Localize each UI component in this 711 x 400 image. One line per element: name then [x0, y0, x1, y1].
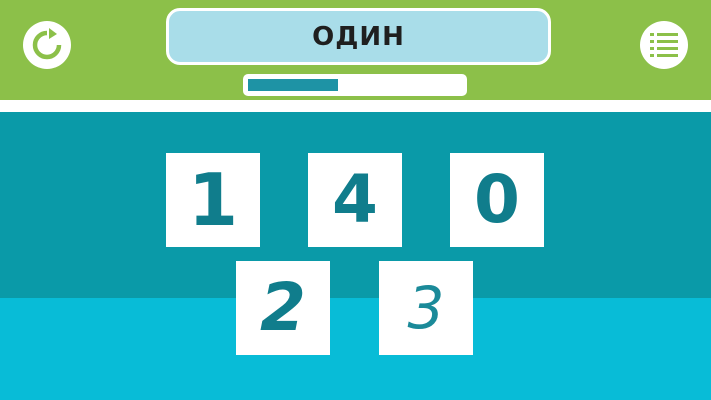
number-card-4[interactable]: 4 [308, 153, 402, 247]
lower-play-area [0, 298, 711, 400]
card-digit: 4 [332, 161, 378, 238]
restart-button[interactable] [23, 21, 71, 69]
card-digit: 3 [407, 274, 445, 342]
header-divider [0, 100, 711, 112]
target-word-box: ОДИН [166, 8, 551, 65]
number-card-2[interactable]: 2 [236, 261, 330, 355]
number-card-0[interactable]: 0 [450, 153, 544, 247]
restart-icon [32, 28, 62, 60]
number-card-3[interactable]: 3 [379, 261, 473, 355]
menu-button[interactable] [640, 21, 688, 69]
progress-bar [243, 74, 467, 96]
target-word: ОДИН [312, 21, 405, 52]
card-digit: 0 [474, 161, 520, 238]
number-card-1[interactable]: 1 [166, 153, 260, 247]
list-menu-icon [650, 33, 678, 57]
card-digit: 2 [260, 269, 306, 346]
card-digit: 1 [187, 158, 239, 242]
progress-fill [248, 79, 338, 91]
